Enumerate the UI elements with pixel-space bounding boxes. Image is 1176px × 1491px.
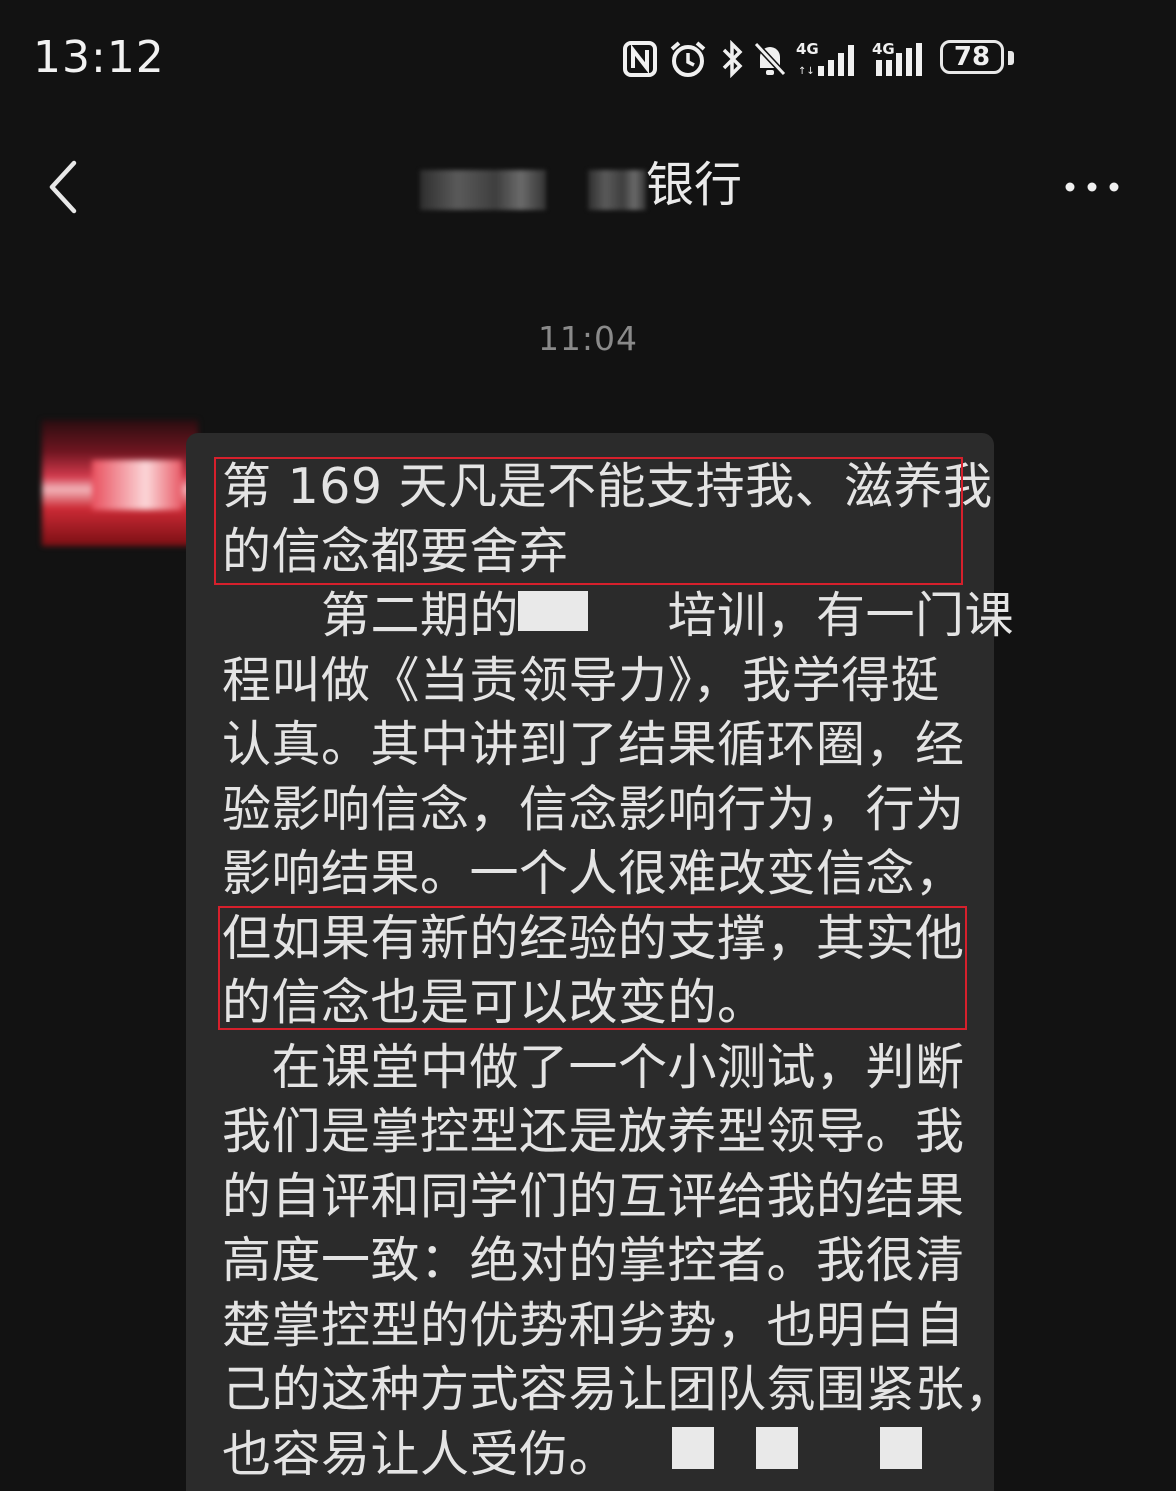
message-line: 程叫做《当责领导力》，我学得挺 [222, 651, 941, 709]
battery-cap [1008, 51, 1014, 65]
redacted-title-part [420, 170, 546, 210]
chat-title-text: 银行 [646, 157, 743, 213]
message-line: 但如果有新的经验的支撑，其实他 [222, 909, 965, 967]
more-options-button[interactable] [1058, 160, 1128, 210]
signal-4g-sim1-icon: 4G ↑↓ [796, 40, 854, 77]
chat-title: 银行 [400, 150, 780, 220]
message-line: 的信念都要舍弃 [222, 522, 569, 580]
avatar-image [92, 460, 182, 510]
message-line: 也容易让人受伤。 [222, 1425, 619, 1483]
message-line: 己的这种方式容易让团队氛围紧张， [222, 1361, 1015, 1418]
battery-icon: 78 [940, 40, 1006, 78]
status-time: 13:12 [33, 32, 165, 83]
mute-bell-icon [753, 41, 787, 77]
message-bubble[interactable]: 第 169 天凡是不能支持我、滋养我 的信念都要舍弃 第二期的 培训，有一门课 … [186, 433, 1015, 1491]
message-line: 认真。其中讲到了结果循环圈，经 [222, 716, 965, 773]
message-line: 的自评和同学们的互评给我的结果 [222, 1167, 965, 1225]
message-timestamp: 11:04 [537, 319, 639, 358]
message-line: 第 169 天凡是不能支持我、滋养我 [222, 458, 993, 515]
message-line: 楚掌控型的优势和劣势，也明白自 [222, 1296, 965, 1354]
bluetooth-icon [722, 40, 743, 78]
title-bar: 银行 [0, 130, 1176, 245]
battery-level: 78 [940, 40, 1004, 74]
nfc-icon [623, 41, 657, 77]
back-button[interactable] [40, 155, 90, 219]
message-line: 我们是掌控型还是放养型领导。我 [222, 1103, 965, 1160]
message-line: 高度一致：绝对的掌控者。我很清 [222, 1232, 965, 1289]
redacted-text [756, 1427, 798, 1469]
redacted-text [672, 1427, 714, 1469]
svg-text:4G: 4G [796, 40, 819, 58]
message-line: 验影响信念，信念影响行为，行为 [222, 780, 965, 838]
avatar[interactable] [42, 420, 198, 546]
redacted-text [518, 591, 588, 631]
svg-text:4G: 4G [872, 40, 895, 58]
svg-text:↑↓: ↑↓ [798, 66, 815, 77]
chat-screen: 13:12 4G ↑↓ 4G 78 银行 11:04 第 169 天凡是不能支持… [0, 0, 1176, 1491]
message-line: 的信念也是可以改变的。 [222, 974, 767, 1031]
message-line: 第二期的 培训，有一门课 [222, 587, 1015, 644]
signal-4g-sim2-icon: 4G [872, 40, 922, 76]
redacted-text [880, 1427, 922, 1469]
redacted-title-part [588, 170, 646, 210]
message-line: 在课堂中做了一个小测试，判断 [222, 1038, 965, 1096]
alarm-icon [670, 41, 706, 77]
status-bar: 13:12 4G ↑↓ 4G 78 [0, 0, 1176, 120]
message-line: 影响结果。一个人很难改变信念， [222, 845, 965, 902]
